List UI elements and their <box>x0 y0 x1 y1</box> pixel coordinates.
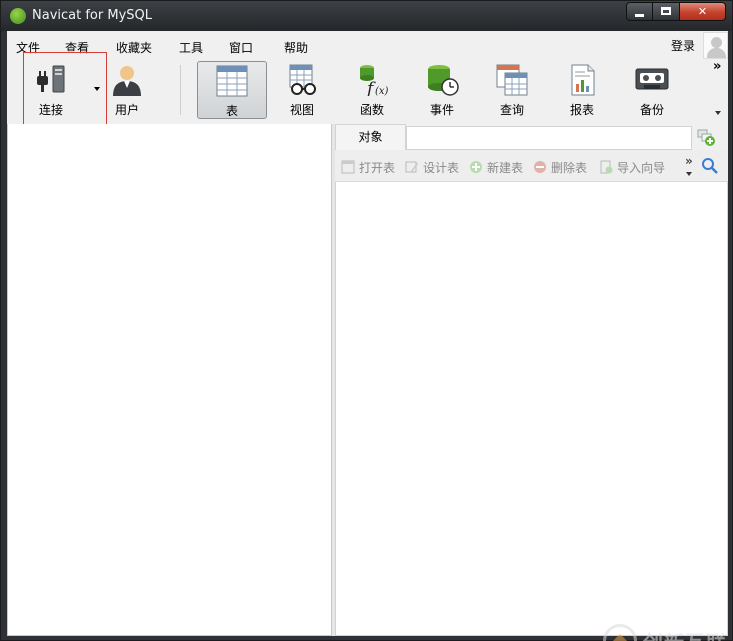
object-list-area[interactable] <box>335 182 728 636</box>
object-toolbar-overflow-icon[interactable]: » <box>685 154 693 168</box>
close-button[interactable]: ✕ <box>680 2 726 21</box>
table-button[interactable]: 表 <box>197 61 267 119</box>
maximize-icon <box>661 7 671 15</box>
event-label: 事件 <box>429 103 454 117</box>
delete-table-label: 删除表 <box>551 160 588 175</box>
table-icon <box>216 65 248 97</box>
open-table-label: 打开表 <box>359 160 396 175</box>
import-wizard-label: 导入向导 <box>617 160 666 175</box>
object-toolbar: 打开表 设计表 新建表 删除表 导入向导 » <box>335 150 728 182</box>
search-icon[interactable] <box>701 157 719 175</box>
new-tab-icon[interactable] <box>695 127 717 147</box>
menu-tools[interactable]: 工具 <box>179 39 203 56</box>
new-table-button[interactable]: 新建表 <box>469 158 523 176</box>
window-title: Navicat for MySQL <box>32 8 152 23</box>
connection-tree-pane[interactable] <box>7 124 332 636</box>
minimize-button[interactable] <box>626 2 653 21</box>
view-glasses-icon <box>289 64 316 95</box>
report-icon <box>571 64 595 96</box>
menu-help[interactable]: 帮助 <box>284 39 308 56</box>
table-label: 表 <box>225 104 238 118</box>
toolbar-separator <box>180 65 181 115</box>
query-icon <box>496 64 528 96</box>
watermark: 创新互联 <box>603 623 727 641</box>
event-button[interactable]: 事件 <box>407 61 477 119</box>
connect-highlight-box <box>23 52 107 127</box>
view-button[interactable]: 视图 <box>267 61 337 119</box>
svg-text:(x): (x) <box>375 86 389 96</box>
avatar-body-icon <box>707 48 726 58</box>
window-controls: ✕ <box>626 2 726 21</box>
new-table-icon <box>470 161 482 173</box>
function-label: 函数 <box>359 103 384 117</box>
user-icon <box>113 66 141 96</box>
function-button[interactable]: f (x) 函数 <box>337 61 407 119</box>
report-button[interactable]: 报表 <box>547 61 617 119</box>
design-table-label: 设计表 <box>423 160 460 175</box>
backup-label: 备份 <box>639 103 664 117</box>
import-wizard-icon <box>600 160 613 174</box>
backup-button[interactable]: 备份 <box>617 61 687 119</box>
design-table-button[interactable]: 设计表 <box>405 158 459 176</box>
avatar-head-icon <box>711 37 722 48</box>
delete-table-button[interactable]: 删除表 <box>533 158 587 176</box>
report-label: 报表 <box>569 103 594 117</box>
watermark-text: 创新互联 <box>643 627 727 641</box>
event-clock-icon <box>428 65 459 96</box>
avatar[interactable] <box>703 32 728 59</box>
menu-window[interactable]: 窗口 <box>229 39 253 56</box>
menu-bar: 文件 查看 收藏夹 工具 窗口 帮助 登录 <box>7 31 728 59</box>
object-toolbar-dropdown-icon[interactable] <box>686 172 692 176</box>
query-label: 查询 <box>499 103 524 117</box>
title-bar[interactable]: Navicat for MySQL ✕ <box>1 1 732 31</box>
query-button[interactable]: 查询 <box>477 61 547 119</box>
open-table-button[interactable]: 打开表 <box>341 158 395 176</box>
new-table-label: 新建表 <box>487 160 524 175</box>
main-toolbar: 连接 用户 表 视图 f (x) 函数 事件 查询 报表 备份 » <box>7 59 728 121</box>
close-icon: ✕ <box>697 5 708 18</box>
function-fx-icon: f (x) <box>360 65 389 96</box>
menu-favorites[interactable]: 收藏夹 <box>116 39 152 56</box>
backup-tape-icon <box>635 68 669 90</box>
app-window: Navicat for MySQL ✕ 文件 查看 收藏夹 工具 窗口 帮助 登… <box>0 0 733 641</box>
view-label: 视图 <box>289 103 314 117</box>
client-area: 文件 查看 收藏夹 工具 窗口 帮助 登录 连接 用户 表 视图 f (x) 函… <box>7 31 728 641</box>
tab-strip-empty <box>406 126 692 150</box>
navicat-logo-icon <box>10 8 26 24</box>
toolbar-customize-icon[interactable] <box>715 111 721 115</box>
minimize-icon <box>635 13 644 17</box>
tab-bar: 对象 <box>335 124 728 150</box>
toolbar-overflow-icon[interactable]: » <box>713 59 721 74</box>
login-link[interactable]: 登录 <box>671 37 695 54</box>
open-table-icon <box>341 160 355 174</box>
maximize-button[interactable] <box>653 2 680 21</box>
object-area: 对象 打开表 设计表 新建表 删除表 导入向导 » <box>335 124 728 636</box>
delete-table-icon <box>534 161 546 173</box>
design-table-icon <box>405 161 418 173</box>
import-wizard-button[interactable]: 导入向导 <box>599 158 665 176</box>
watermark-logo-icon <box>603 624 637 641</box>
tab-objects[interactable]: 对象 <box>335 124 406 150</box>
